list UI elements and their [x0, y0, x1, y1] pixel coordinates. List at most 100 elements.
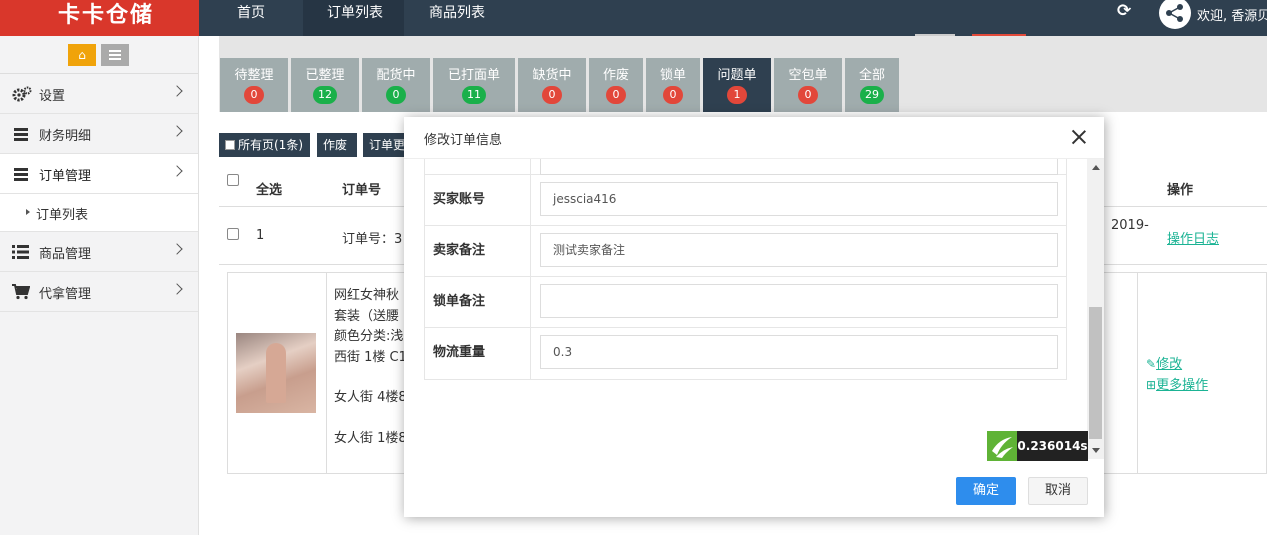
checkbox-icon: [225, 140, 235, 150]
form-row-hidden: [425, 159, 1066, 175]
tab-empty-package[interactable]: 空包单 0: [774, 58, 842, 112]
count-badge: 0: [606, 86, 626, 104]
app-logo[interactable]: 卡卡仓储: [0, 0, 199, 36]
tab-label: 已整理: [305, 68, 345, 83]
order-form: 买家账号 jesscia416 卖家备注 测试卖家备注 锁单备注 物流重量 0.…: [424, 159, 1067, 380]
user-avatar-icon[interactable]: [1159, 0, 1191, 29]
tab-label: 问题单: [717, 68, 757, 83]
sidebar-item-products[interactable]: 商品管理: [0, 232, 198, 272]
operation-log-link[interactable]: 操作日志: [1167, 232, 1219, 247]
void-button[interactable]: 作废: [317, 133, 357, 157]
seller-note-input[interactable]: 测试卖家备注: [540, 233, 1058, 267]
home-icon[interactable]: ⌂: [68, 44, 96, 66]
more-actions-link[interactable]: 更多操作: [1156, 378, 1208, 393]
hidden-field-input[interactable]: [540, 159, 1058, 175]
dialog-scrollbar[interactable]: [1087, 159, 1104, 459]
logistics-weight-input[interactable]: 0.3: [540, 335, 1058, 369]
form-label: 锁单备注: [425, 277, 531, 327]
welcome-text: 欢迎, 香源贝: [1197, 9, 1267, 24]
tab-label: 配货中: [376, 68, 416, 83]
scroll-up-icon[interactable]: [1092, 165, 1100, 170]
select-all-checkbox[interactable]: [227, 174, 239, 186]
product-thumbnail[interactable]: [236, 333, 316, 413]
dialog-body: 买家账号 jesscia416 卖家备注 测试卖家备注 锁单备注 物流重量 0.…: [404, 159, 1104, 459]
tab-picking[interactable]: 配货中 0: [362, 58, 430, 112]
menu-toggle-icon[interactable]: [101, 44, 129, 66]
count-badge: 0: [798, 86, 818, 104]
column-header-actions: 操作: [1167, 183, 1194, 198]
tab-locked[interactable]: 锁单 0: [646, 58, 700, 112]
buyer-account-input[interactable]: jesscia416: [540, 182, 1058, 216]
select-all-pages-button[interactable]: 所有页(1条): [219, 133, 310, 157]
detail-actions: ✎修改 ⊞更多操作: [1146, 354, 1208, 396]
tab-label: 缺货中: [532, 68, 572, 83]
row-order-no: 订单号：3: [342, 232, 403, 247]
topnav-order-list[interactable]: 订单列表: [303, 0, 404, 36]
lock-note-input[interactable]: [540, 284, 1058, 318]
sidebar-item-orders[interactable]: 订单管理: [0, 154, 198, 194]
form-label: 卖家备注: [425, 226, 531, 276]
tab-sorted[interactable]: 已整理 12: [291, 58, 359, 112]
tab-label: 全部: [858, 68, 885, 83]
form-label: [425, 159, 531, 174]
tab-pending-sort[interactable]: 待整理 0: [220, 58, 288, 112]
tab-out-of-stock[interactable]: 缺货中 0: [518, 58, 586, 112]
topnav-home[interactable]: 首页: [199, 0, 303, 36]
edit-link[interactable]: 修改: [1156, 357, 1182, 372]
sidebar-item-label: 设置: [39, 89, 66, 104]
count-badge: 0: [542, 86, 562, 104]
sidebar-subitem-order-list[interactable]: 订单列表: [0, 194, 198, 232]
product-title-line2: 套装（送腰: [334, 309, 400, 324]
sidebar-item-proxy[interactable]: 代拿管理: [0, 272, 198, 312]
sidebar-item-finance[interactable]: 财务明细: [0, 114, 198, 154]
tab-label-printed[interactable]: 已打面单 11: [433, 58, 515, 112]
button-label: 所有页(1条): [238, 138, 303, 152]
tab-label: 已打面单: [447, 68, 500, 83]
chevron-right-icon: [171, 165, 183, 177]
count-badge: 29: [860, 86, 884, 104]
cancel-button[interactable]: 取消: [1028, 477, 1088, 505]
count-badge: 1: [727, 86, 747, 104]
list-icon: [12, 126, 32, 142]
sidebar: ⌂ 设置 财务明细 订单管理 订单列表 商品管理 代拿管理: [0, 36, 199, 535]
form-row-seller-note: 卖家备注 测试卖家备注: [425, 226, 1066, 277]
form-label: 买家账号: [425, 175, 531, 225]
plus-square-icon: ⊞: [1146, 378, 1157, 392]
close-icon[interactable]: [1071, 129, 1087, 145]
dialog-footer: 确定 取消: [404, 459, 1104, 517]
form-row-lock-note: 锁单备注: [425, 277, 1066, 328]
gear-icon: [12, 86, 32, 102]
form-label: 物流重量: [425, 328, 531, 379]
thinkphp-logo-icon[interactable]: [987, 431, 1017, 461]
refresh-icon[interactable]: ⟳: [1117, 2, 1135, 20]
tab-label: 待整理: [234, 68, 274, 83]
scroll-down-icon[interactable]: [1092, 448, 1100, 453]
product-location: 西街 1楼 C1: [334, 350, 407, 365]
tab-problem[interactable]: 问题单 1: [703, 58, 771, 112]
list-detail-icon: [12, 244, 32, 260]
product-title: 网红女神秋: [334, 288, 400, 303]
sidebar-item-settings[interactable]: 设置: [0, 74, 198, 114]
row-date: 2019-: [1111, 218, 1149, 233]
dialog-header: 修改订单信息: [404, 117, 1104, 159]
tab-label: 作废: [602, 68, 629, 83]
tab-all[interactable]: 全部 29: [845, 58, 899, 112]
count-badge: 0: [386, 86, 406, 104]
tab-void[interactable]: 作废 0: [589, 58, 643, 112]
sidebar-item-label: 财务明细: [39, 129, 92, 144]
order-more-button[interactable]: 订单更: [363, 133, 404, 157]
form-row-logistics-weight: 物流重量 0.3: [425, 328, 1066, 379]
column-header-select-all: 全选: [256, 183, 283, 198]
tab-label: 锁单: [659, 68, 686, 83]
sidebar-item-label: 代拿管理: [39, 287, 92, 302]
row-index: 1: [256, 228, 265, 243]
row-checkbox[interactable]: [227, 228, 239, 240]
sidebar-item-label: 商品管理: [39, 247, 92, 262]
topnav-product-list[interactable]: 商品列表: [404, 0, 514, 36]
product-color: 颜色分类:浅: [334, 329, 404, 344]
scrollbar-thumb[interactable]: [1089, 307, 1102, 439]
confirm-button[interactable]: 确定: [956, 477, 1016, 505]
sidebar-toolbar: ⌂: [0, 36, 198, 74]
column-header-order-no: 订单号: [342, 183, 382, 198]
count-badge: 0: [244, 86, 264, 104]
